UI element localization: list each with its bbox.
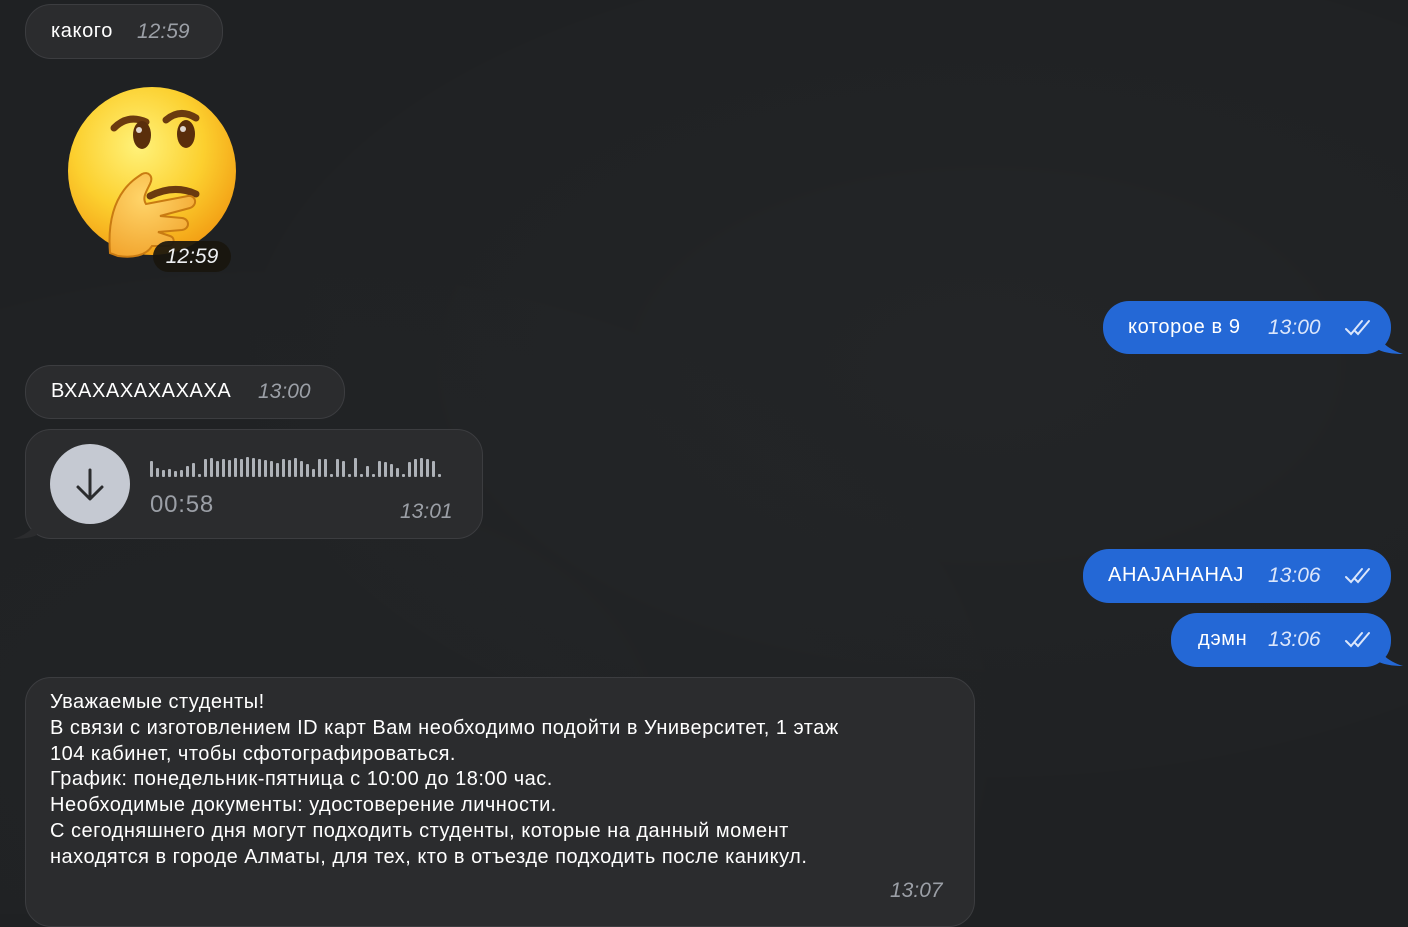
waveform-bar xyxy=(168,469,171,477)
message-time: 13:00 xyxy=(1268,316,1321,339)
waveform-bar xyxy=(318,459,321,477)
waveform-bar xyxy=(432,461,435,477)
waveform-bar xyxy=(396,468,399,477)
waveform-bar xyxy=(174,471,177,477)
announcement-line: Уважаемые студенты! xyxy=(50,691,265,713)
incoming-message[interactable]: какого 12:59 xyxy=(25,4,223,59)
waveform-bar xyxy=(294,458,297,477)
sticker-time: 12:59 xyxy=(153,241,231,272)
voice-waveform[interactable] xyxy=(150,455,450,480)
waveform-bar xyxy=(288,460,291,477)
waveform-bar xyxy=(276,463,279,477)
waveform-bar xyxy=(186,466,189,477)
outgoing-message[interactable]: которое в 9 13:00 xyxy=(1103,301,1391,354)
waveform-bar xyxy=(180,470,183,477)
download-arrow-icon xyxy=(76,468,104,501)
message-time: 12:59 xyxy=(137,20,190,43)
waveform-bar xyxy=(336,459,339,477)
outgoing-message[interactable]: AHAJAHAHAJ 13:06 xyxy=(1083,549,1391,603)
waveform-bar xyxy=(240,459,243,477)
bubble-tail xyxy=(13,523,37,539)
waveform-bar xyxy=(438,474,441,477)
waveform-bar xyxy=(426,459,429,477)
incoming-message[interactable]: ВХАХАХАХАХАХА 13:00 xyxy=(25,365,345,419)
waveform-bar xyxy=(156,468,159,477)
waveform-bar xyxy=(228,460,231,477)
message-text: дэмн xyxy=(1198,628,1248,650)
waveform-bar xyxy=(162,470,165,477)
waveform-bar xyxy=(402,474,405,477)
waveform-bar xyxy=(246,457,249,477)
waveform-bar xyxy=(258,459,261,477)
bubble-tail xyxy=(1379,650,1403,666)
waveform-bar xyxy=(324,459,327,477)
waveform-bar xyxy=(354,458,357,477)
waveform-bar xyxy=(300,461,303,477)
read-double-check-icon xyxy=(1345,632,1370,648)
announcement-line: находятся в городе Алматы, для тех, кто … xyxy=(50,845,808,868)
message-time: 13:07 xyxy=(890,879,943,902)
voice-download-button[interactable] xyxy=(50,444,130,524)
read-double-check-icon xyxy=(1345,320,1370,336)
waveform-bar xyxy=(252,458,255,477)
announcement-line: Необходимые документы: удостоверение лич… xyxy=(50,794,557,817)
announcement-text: Уважаемые студенты! В связи с изготовлен… xyxy=(50,690,839,871)
waveform-bar xyxy=(348,474,351,477)
message-time: 13:06 xyxy=(1268,628,1321,651)
waveform-bar xyxy=(150,461,153,477)
announcement-line: 104 кабинет, чтобы сфотографироваться. xyxy=(50,742,456,765)
announcement-line: В связи с изготовлением ID карт Вам необ… xyxy=(50,716,839,739)
waveform-bar xyxy=(342,461,345,477)
message-text: AHAJAHAHAJ xyxy=(1108,564,1245,586)
waveform-bar xyxy=(210,458,213,477)
waveform-bar xyxy=(216,461,219,477)
read-double-check-icon xyxy=(1345,568,1370,584)
waveform-bar xyxy=(270,461,273,477)
waveform-bar xyxy=(420,458,423,477)
waveform-bar xyxy=(234,458,237,477)
waveform-bar xyxy=(264,460,267,477)
waveform-bar xyxy=(204,459,207,477)
waveform-bar xyxy=(408,462,411,477)
waveform-bar xyxy=(384,462,387,477)
sticker-message[interactable]: 12:59 xyxy=(62,78,242,273)
waveform-bar xyxy=(390,464,393,477)
announcement-line: С сегодняшнего дня могут подходить студе… xyxy=(50,819,789,842)
waveform-bar xyxy=(306,464,309,477)
waveform-bar xyxy=(366,466,369,477)
waveform-bar xyxy=(222,459,225,477)
message-text: ВХАХАХАХАХАХА xyxy=(51,380,232,402)
message-time: 13:06 xyxy=(1268,564,1321,587)
bubble-tail xyxy=(1379,338,1403,354)
waveform-bar xyxy=(282,459,285,477)
waveform-bar xyxy=(414,459,417,477)
waveform-bar xyxy=(192,463,195,477)
waveform-bar xyxy=(330,474,333,477)
voice-duration: 00:58 xyxy=(150,491,215,518)
waveform-bar xyxy=(360,474,363,477)
message-text: какого xyxy=(51,20,113,42)
waveform-bar xyxy=(378,461,381,477)
message-time: 13:00 xyxy=(258,380,311,403)
message-time: 13:01 xyxy=(400,500,453,523)
waveform-bar xyxy=(372,474,375,477)
waveform-bar xyxy=(312,469,315,477)
waveform-bar xyxy=(198,474,201,477)
message-text: которое в 9 xyxy=(1128,316,1241,338)
announcement-line: График: понедельник-пятница с 10:00 до 1… xyxy=(50,768,553,791)
outgoing-message[interactable]: дэмн 13:06 xyxy=(1171,613,1391,667)
